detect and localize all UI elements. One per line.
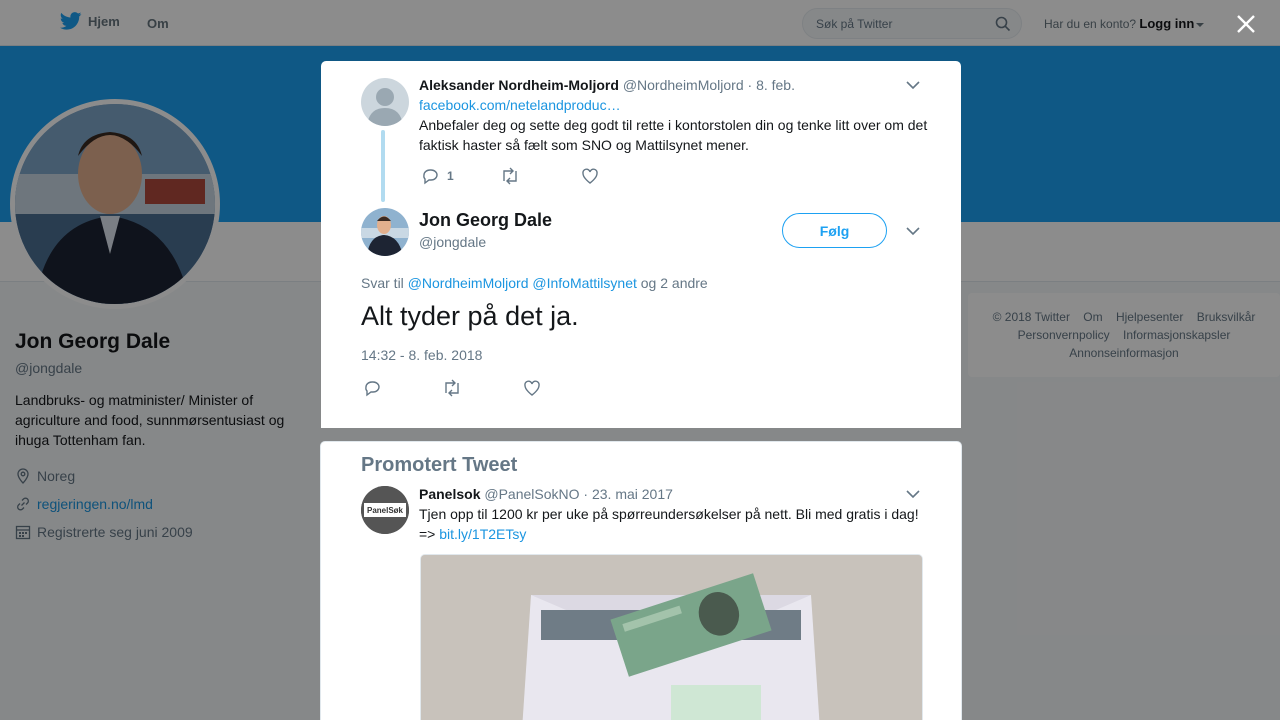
reply-count: 1 (447, 169, 454, 183)
promoted-tweet-image[interactable] (420, 554, 923, 720)
panelsok-logo-text: PanelSøk (367, 506, 404, 515)
replying-to-prefix: Svar til (361, 275, 404, 291)
promoted-tweet-arrow: => (419, 526, 436, 542)
promoted-tweet-author-name[interactable]: Panelsok (419, 486, 480, 502)
reply-mention-link[interactable]: @InfoMattilsynet (532, 275, 636, 291)
parent-tweet-date[interactable]: · 8. feb. (748, 77, 795, 93)
parent-tweet-author-handle[interactable]: @NordheimMoljord (623, 77, 744, 93)
replying-to: Svar til @NordheimMoljord @InfoMattilsyn… (361, 275, 708, 291)
reply-mention-link[interactable]: @NordheimMoljord (408, 275, 529, 291)
reply-icon (365, 381, 380, 397)
reply-button[interactable]: 1 (421, 167, 454, 185)
promoted-tweet-card: Promotert Tweet PanelSøk Panelsok @Panel… (320, 441, 962, 720)
like-button[interactable] (581, 167, 599, 185)
focused-tweet-actions (363, 379, 541, 397)
promoted-tweet-body: Tjen opp til 1200 kr per uke på spørreun… (419, 504, 929, 544)
retweet-icon (445, 379, 459, 397)
retweet-icon (502, 167, 517, 185)
replying-to-others[interactable]: og 2 andre (641, 275, 708, 291)
focused-tweet-timestamp[interactable]: 14:32 - 8. feb. 2018 (361, 347, 482, 363)
parent-tweet-avatar[interactable] (361, 78, 409, 126)
promoted-tweet-date[interactable]: · 23. mai 2017 (583, 486, 673, 502)
promoted-tweet-link[interactable]: bit.ly/1T2ETsy (439, 526, 526, 542)
parent-tweet-actions: 1 (421, 167, 599, 185)
reply-icon (423, 169, 438, 185)
focused-tweet-avatar[interactable] (361, 208, 409, 256)
retweet-button[interactable] (500, 167, 520, 185)
parent-tweet-text: Anbefaler deg og sette deg godt til rett… (419, 117, 928, 153)
focused-tweet-author-name[interactable]: Jon Georg Dale (419, 210, 552, 231)
follow-button[interactable]: Følg (782, 213, 887, 248)
parent-tweet-link[interactable]: facebook.com/netelandproduc… (419, 95, 929, 115)
parent-tweet-author-name[interactable]: Aleksander Nordheim-Moljord (419, 77, 619, 93)
close-icon[interactable] (1234, 12, 1258, 36)
like-button[interactable] (523, 379, 541, 397)
retweet-button[interactable] (442, 379, 462, 397)
parent-tweet-body: facebook.com/netelandproduc… Anbefaler d… (419, 95, 929, 155)
parent-tweet-header: Aleksander Nordheim-Moljord @NordheimMol… (419, 77, 795, 93)
promoted-tweet-author-handle[interactable]: @PanelSokNO (484, 486, 579, 502)
promoted-tweet-header: Panelsok @PanelSokNO · 23. mai 2017 (419, 486, 673, 502)
chevron-down-icon[interactable] (905, 77, 921, 93)
reply-button[interactable] (363, 379, 381, 397)
focused-tweet-author-handle[interactable]: @jongdale (419, 234, 486, 250)
chevron-down-icon[interactable] (905, 486, 921, 502)
heart-icon (524, 380, 540, 396)
chevron-down-icon[interactable] (905, 223, 921, 239)
promoted-tweet-title: Promotert Tweet (361, 454, 518, 476)
focused-tweet-text: Alt tyder på det ja. (361, 301, 579, 331)
heart-icon (581, 168, 598, 184)
promoted-tweet-avatar[interactable]: PanelSøk (361, 486, 409, 534)
thread-connector-line (381, 130, 385, 202)
promoted-tweet-text: Tjen opp til 1200 kr per uke på spørreun… (419, 506, 919, 522)
